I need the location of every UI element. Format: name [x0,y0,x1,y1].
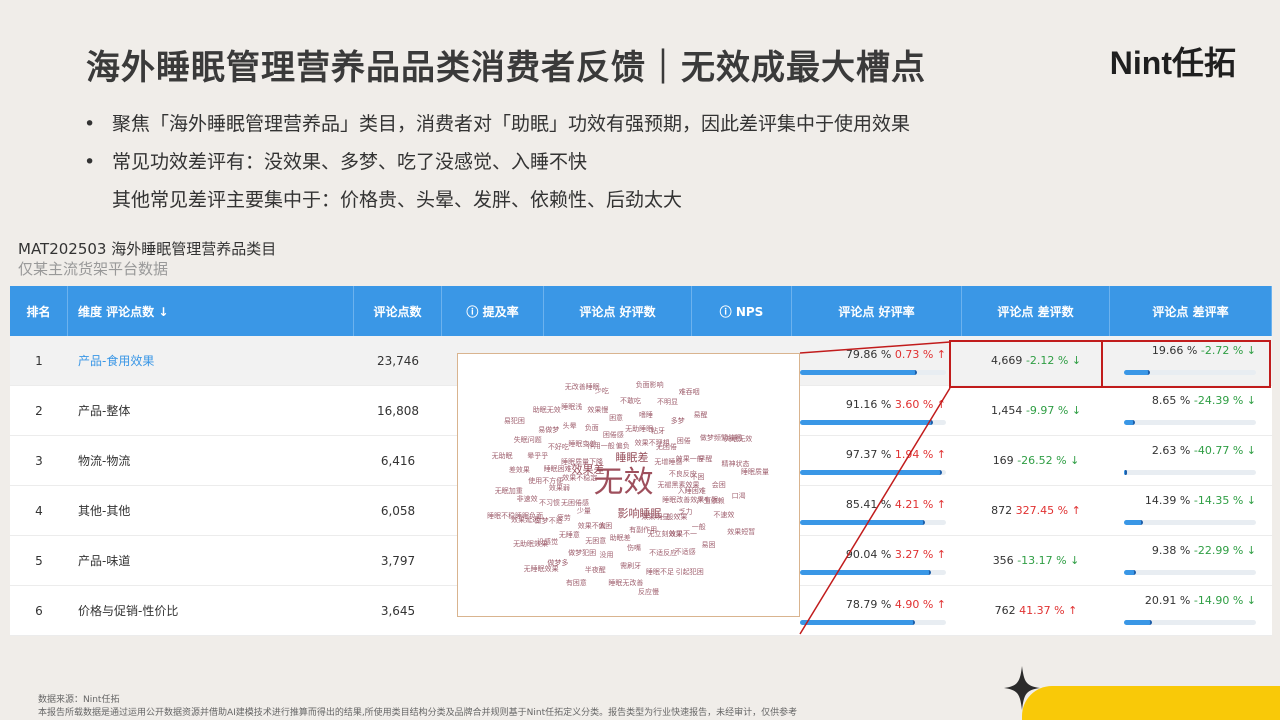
cloud-word: 效果不一 [669,529,698,538]
cloud-word: 做梦犯困 [568,549,597,558]
cloud-word: 效果不稳定 [562,473,598,482]
cloud-word: 一般 [691,523,706,532]
cloud-word: 失眠问题 [513,435,542,444]
cloud-word: 头晕 [562,422,577,431]
cloud-word: 不困 [690,473,705,482]
cloud-word: 差效果 [508,466,530,475]
cloud-word: 负面影响 [635,381,664,390]
cloud-word: 不习惯 [539,498,560,507]
corner-decoration [1022,686,1280,720]
cloud-word: 晕乎乎 [527,451,549,460]
cloud-word: 易犯困 [503,416,525,425]
cloud-word: 不适反应 [649,548,678,557]
cloud-word: 会困 [711,480,726,489]
cloud-word: 有困意 [565,578,587,587]
cloud-word: 助眠差 [609,534,631,543]
cloud-word: 乏力 [678,508,693,517]
cloud-word: 无助眠效果 [513,540,549,549]
callout-line-bottom [799,387,951,635]
cloud-word: 引起犯困 [675,568,704,577]
cloud-word: 无眠加重 [494,486,523,495]
cloud-word: 入睡困难 [677,487,706,496]
cloud-word: 睡眠差 [615,451,649,464]
cloud-word: 睡眠不稳睡眠负面 [487,511,544,520]
cloud-word: 睡眠变差 [568,439,597,448]
cloud-word: 无助眠 [491,452,513,461]
cloud-word: 无助睡眠 [625,425,654,434]
cloud-word: 易做梦 [538,425,560,434]
cloud-word: 不速效 [713,510,735,519]
cloud-word: 效果不大 [577,521,606,530]
cloud-word: 睡眠无改善 [608,579,644,588]
callout-line-top [799,341,951,354]
cloud-word: 没用 [599,550,614,559]
cloud-word: 无困意 [585,536,607,545]
cloud-word: 睡眠不足 [646,568,675,577]
cloud-word: 睡眠质量 [741,468,769,477]
cloud-word: 易醒 [693,410,708,419]
cloud-word: 粘牙 [650,426,665,435]
cloud-word: 效果弱 [548,483,570,492]
cloud-word: 嗜睡 [638,410,653,419]
cloud-word: 睡眠困难 [543,464,572,473]
cloud-word: 口渴 [731,492,746,501]
cloud-word: 精神状态 [721,459,750,468]
cloud-word: 少量 [576,507,591,516]
cloud-word: 无困倦 [655,443,677,452]
cloud-word: 无困倦感 [560,498,589,507]
cloud-word: 效果短暂 [727,527,756,536]
footer-note: 本报告所载数据是通过运用公开数据资源并借助AI建模技术进行推算而得出的结果,所使… [38,708,798,718]
word-cloud: 无效 睡眠差 效果差 影响睡眠 无褪黑素效果 少量 偏负 效果明显 效果不稳定 无增睡感 偏困 作用一… [457,353,800,617]
cloud-word: 困倦 [676,436,691,445]
cloud-word: 反应慢 [638,587,660,596]
cloud-word: 不敢吃 [620,396,642,405]
cloud-word: 不适感 [674,548,696,557]
cloud-word: 使用不方便 [528,477,564,486]
cloud-word: 易困 [701,541,716,550]
cloud-word: 半夜醒 [584,565,606,574]
cloud-word: 负面 [584,424,599,433]
cloud-word: 困倦感 [602,431,624,440]
cloud-word: 无改善睡眠 [564,382,600,391]
highlight-divider [1101,340,1103,388]
cloud-word: 效果慢 [587,405,609,414]
cloud-word: 多梦 [670,417,685,426]
cloud-word: 失眠无效 [724,434,753,443]
cloud-word: 助眠无效 [532,406,561,415]
cloud-word: 困意 [609,413,624,422]
cloud-word: 需刷牙 [620,561,642,570]
cloud-word: 无睡意 [558,531,580,540]
cloud-word: 偏负 [615,441,630,450]
cloud-word: 不好吃 [547,442,569,451]
cloud-word: 非速效 [516,494,538,503]
cloud-word: 睡眠浅 [561,402,583,411]
footer-source: 数据来源：Nint任拓 [38,695,120,705]
cloud-word: 不明显 [657,398,678,407]
cloud-word: 无睡眠效果 [523,565,559,574]
cloud-word: 产生依赖 [696,497,725,506]
cloud-word: 早醒 [698,455,713,464]
cloud-word: 难吞咽 [678,388,700,397]
cloud-word: 伤嘴 [626,543,641,552]
highlight-box [949,340,1271,388]
